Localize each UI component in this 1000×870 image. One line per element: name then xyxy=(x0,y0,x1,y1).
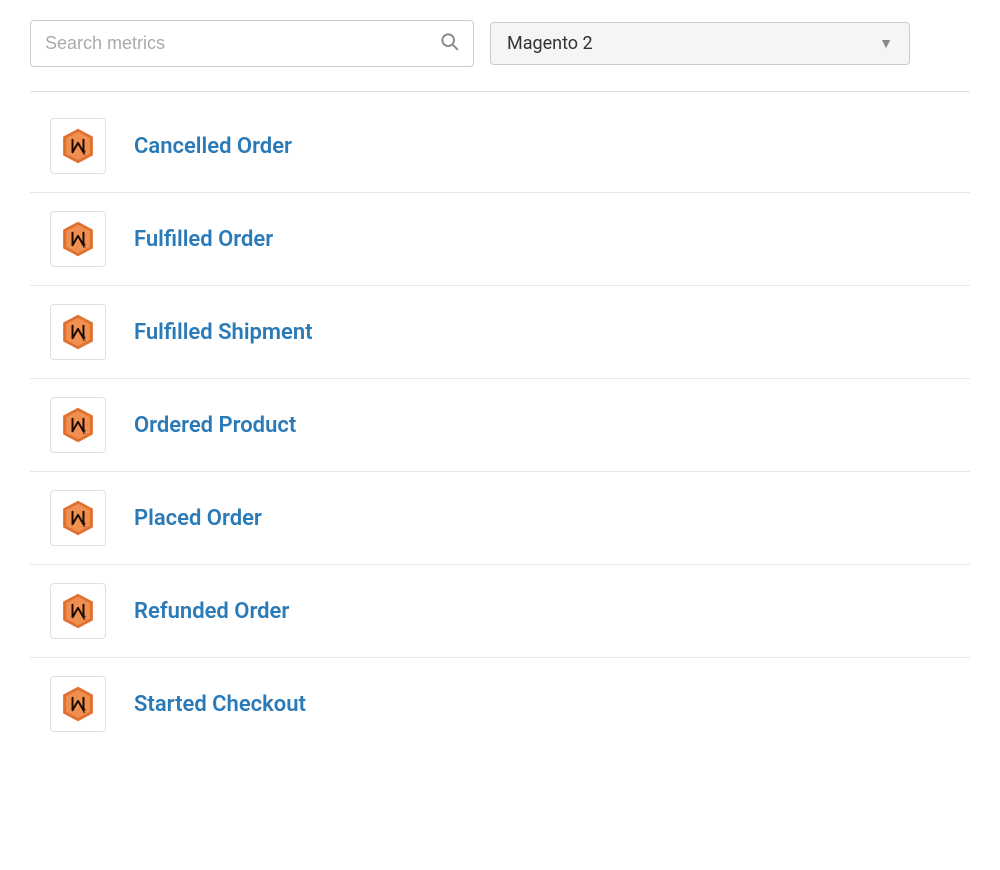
header-row: Magento 2 ▼ xyxy=(30,20,970,67)
svg-text:2: 2 xyxy=(83,616,86,622)
item-label-cancelled-order: Cancelled Order xyxy=(134,134,292,159)
platform-dropdown[interactable]: Magento 2 ▼ xyxy=(490,22,910,65)
item-label-started-checkout: Started Checkout xyxy=(134,692,306,717)
list-item-fulfilled-order[interactable]: 2 Fulfilled Order xyxy=(30,193,970,286)
list-item-placed-order[interactable]: 2 Placed Order xyxy=(30,472,970,565)
app-container: Magento 2 ▼ 2 Cancelled Order 2 Fulfille… xyxy=(30,20,970,750)
list-item-cancelled-order[interactable]: 2 Cancelled Order xyxy=(30,100,970,193)
magento-icon-fulfilled-shipment: 2 xyxy=(50,304,106,360)
search-icon xyxy=(439,31,459,56)
svg-text:2: 2 xyxy=(83,337,86,343)
list-item-refunded-order[interactable]: 2 Refunded Order xyxy=(30,565,970,658)
svg-text:2: 2 xyxy=(83,244,86,250)
svg-text:2: 2 xyxy=(83,523,86,529)
svg-text:2: 2 xyxy=(83,709,86,715)
dropdown-label: Magento 2 xyxy=(507,33,879,54)
metrics-list: 2 Cancelled Order 2 Fulfilled Order 2 Fu… xyxy=(30,100,970,750)
magento-icon-placed-order: 2 xyxy=(50,490,106,546)
item-label-placed-order: Placed Order xyxy=(134,506,262,531)
search-input[interactable] xyxy=(45,33,431,54)
list-item-started-checkout[interactable]: 2 Started Checkout xyxy=(30,658,970,750)
item-label-fulfilled-shipment: Fulfilled Shipment xyxy=(134,320,313,345)
magento-icon-fulfilled-order: 2 xyxy=(50,211,106,267)
item-label-refunded-order: Refunded Order xyxy=(134,599,289,624)
magento-icon-started-checkout: 2 xyxy=(50,676,106,732)
list-item-ordered-product[interactable]: 2 Ordered Product xyxy=(30,379,970,472)
magento-icon-ordered-product: 2 xyxy=(50,397,106,453)
item-label-fulfilled-order: Fulfilled Order xyxy=(134,227,273,252)
svg-text:2: 2 xyxy=(83,430,86,436)
chevron-down-icon: ▼ xyxy=(879,35,893,52)
header-divider xyxy=(30,91,970,92)
svg-text:2: 2 xyxy=(83,151,86,157)
magento-icon-refunded-order: 2 xyxy=(50,583,106,639)
magento-icon-cancelled-order: 2 xyxy=(50,118,106,174)
list-item-fulfilled-shipment[interactable]: 2 Fulfilled Shipment xyxy=(30,286,970,379)
item-label-ordered-product: Ordered Product xyxy=(134,413,296,438)
search-container[interactable] xyxy=(30,20,474,67)
